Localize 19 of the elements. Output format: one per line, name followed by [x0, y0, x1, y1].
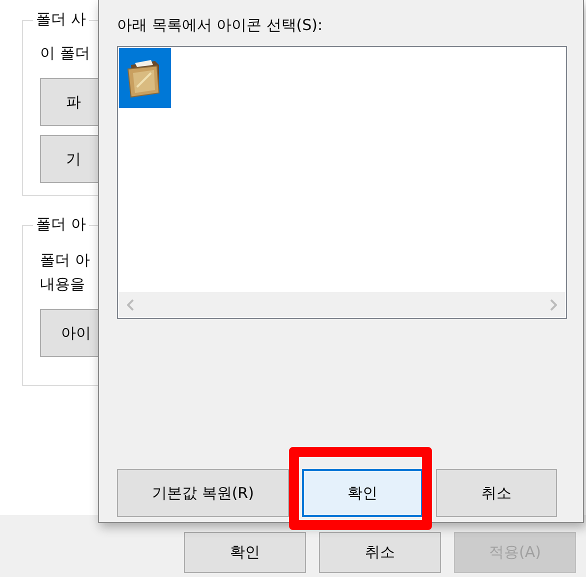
list-label: 아래 목록에서 아이콘 선택(S):	[117, 15, 324, 36]
button[interactable]: 확인	[302, 469, 423, 517]
scroll-left-icon[interactable]	[127, 298, 135, 310]
button[interactable]: 취소	[436, 469, 557, 517]
group-title: 폴더 아	[33, 215, 89, 234]
button[interactable]: 확인	[184, 532, 306, 573]
label: 폴더 아	[40, 250, 91, 271]
button[interactable]: 기본값 복원(R)	[117, 469, 289, 517]
folder-icon[interactable]	[119, 48, 171, 108]
button[interactable]: 아이	[40, 309, 99, 357]
button[interactable]: 취소	[319, 532, 441, 573]
label: 이 폴더	[40, 43, 91, 64]
scroll-right-icon[interactable]	[549, 298, 557, 310]
button[interactable]: 파	[40, 78, 99, 126]
icon-list[interactable]	[117, 46, 567, 319]
label: 내용을	[40, 274, 86, 295]
group-title: 폴더 사	[33, 10, 89, 29]
button[interactable]: 기	[40, 135, 99, 183]
horizontal-scrollbar[interactable]	[119, 292, 565, 317]
